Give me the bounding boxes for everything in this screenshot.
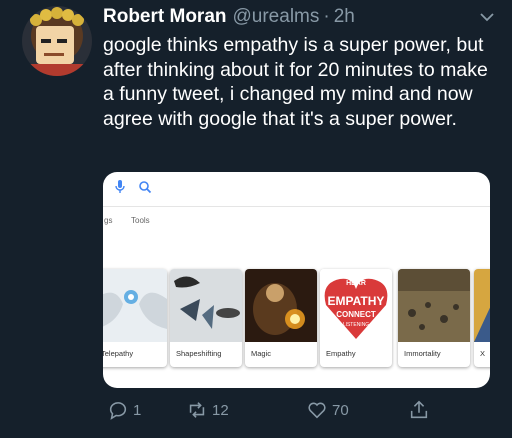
tile-caption: Immortality <box>404 349 441 358</box>
avatar[interactable] <box>22 6 92 76</box>
image-tile-immortality[interactable]: Immortality <box>398 269 470 367</box>
magic-image <box>245 269 317 342</box>
telepathy-image <box>103 269 167 342</box>
tile-caption: Shapeshifting <box>176 349 222 358</box>
empathy-image: HEAR EMPATHY CONNECT LISTENING <box>320 269 392 342</box>
image-tile-shapeshifting[interactable]: Shapeshifting <box>170 269 242 367</box>
tools-label-left[interactable]: gs <box>104 216 112 225</box>
reply-count: 1 <box>133 401 142 419</box>
tile-caption: X <box>480 349 486 358</box>
image-tile-telepathy[interactable]: Telepathy <box>103 269 167 367</box>
shapeshifting-image <box>170 269 242 342</box>
tools-label[interactable]: Tools <box>131 216 150 225</box>
like-icon <box>308 402 326 419</box>
chevron-down-icon[interactable] <box>476 6 498 28</box>
image-tile-empathy[interactable]: HEAR EMPATHY CONNECT LISTENING Empathy <box>320 269 392 367</box>
share-button[interactable] <box>408 399 434 421</box>
timestamp[interactable]: 2h <box>334 6 355 28</box>
retweet-icon <box>189 402 205 418</box>
reply-button[interactable]: 1 <box>107 399 141 421</box>
retweet-button[interactable]: 12 <box>186 399 229 421</box>
tile-caption: Magic <box>251 349 272 358</box>
empathy-word-bottom: LISTENING <box>343 322 370 328</box>
separator: · <box>323 6 330 27</box>
search-icon <box>138 180 152 199</box>
author-handle[interactable]: @urealms <box>233 6 320 28</box>
like-count: 70 <box>332 401 349 419</box>
tile-caption: Telepathy <box>103 349 134 358</box>
image-tile-magic[interactable]: Magic <box>245 269 317 367</box>
immortality-image <box>398 269 470 342</box>
tweet-header: Robert Moran @urealms · 2h <box>103 6 498 28</box>
retweet-count: 12 <box>212 401 229 419</box>
empathy-word-main: EMPATHY <box>328 294 385 308</box>
partial-image <box>474 269 490 342</box>
search-divider <box>103 206 490 207</box>
empathy-word-top: HEAR <box>346 280 366 287</box>
author-name[interactable]: Robert Moran <box>103 6 227 28</box>
image-tile-partial[interactable]: X <box>474 269 490 367</box>
mic-icon <box>114 179 126 200</box>
tile-caption: Empathy <box>326 349 356 358</box>
share-icon <box>410 400 428 419</box>
tweet-text: google thinks empathy is a super power, … <box>103 34 488 130</box>
reply-icon <box>109 402 127 420</box>
like-button[interactable]: 70 <box>306 399 349 421</box>
tweet-actions: 1 12 70 <box>103 399 443 423</box>
tweet-media-card[interactable]: gs Tools Telepathy Shapeshifting Magic H… <box>103 172 490 388</box>
empathy-word-connect: CONNECT <box>336 310 376 319</box>
